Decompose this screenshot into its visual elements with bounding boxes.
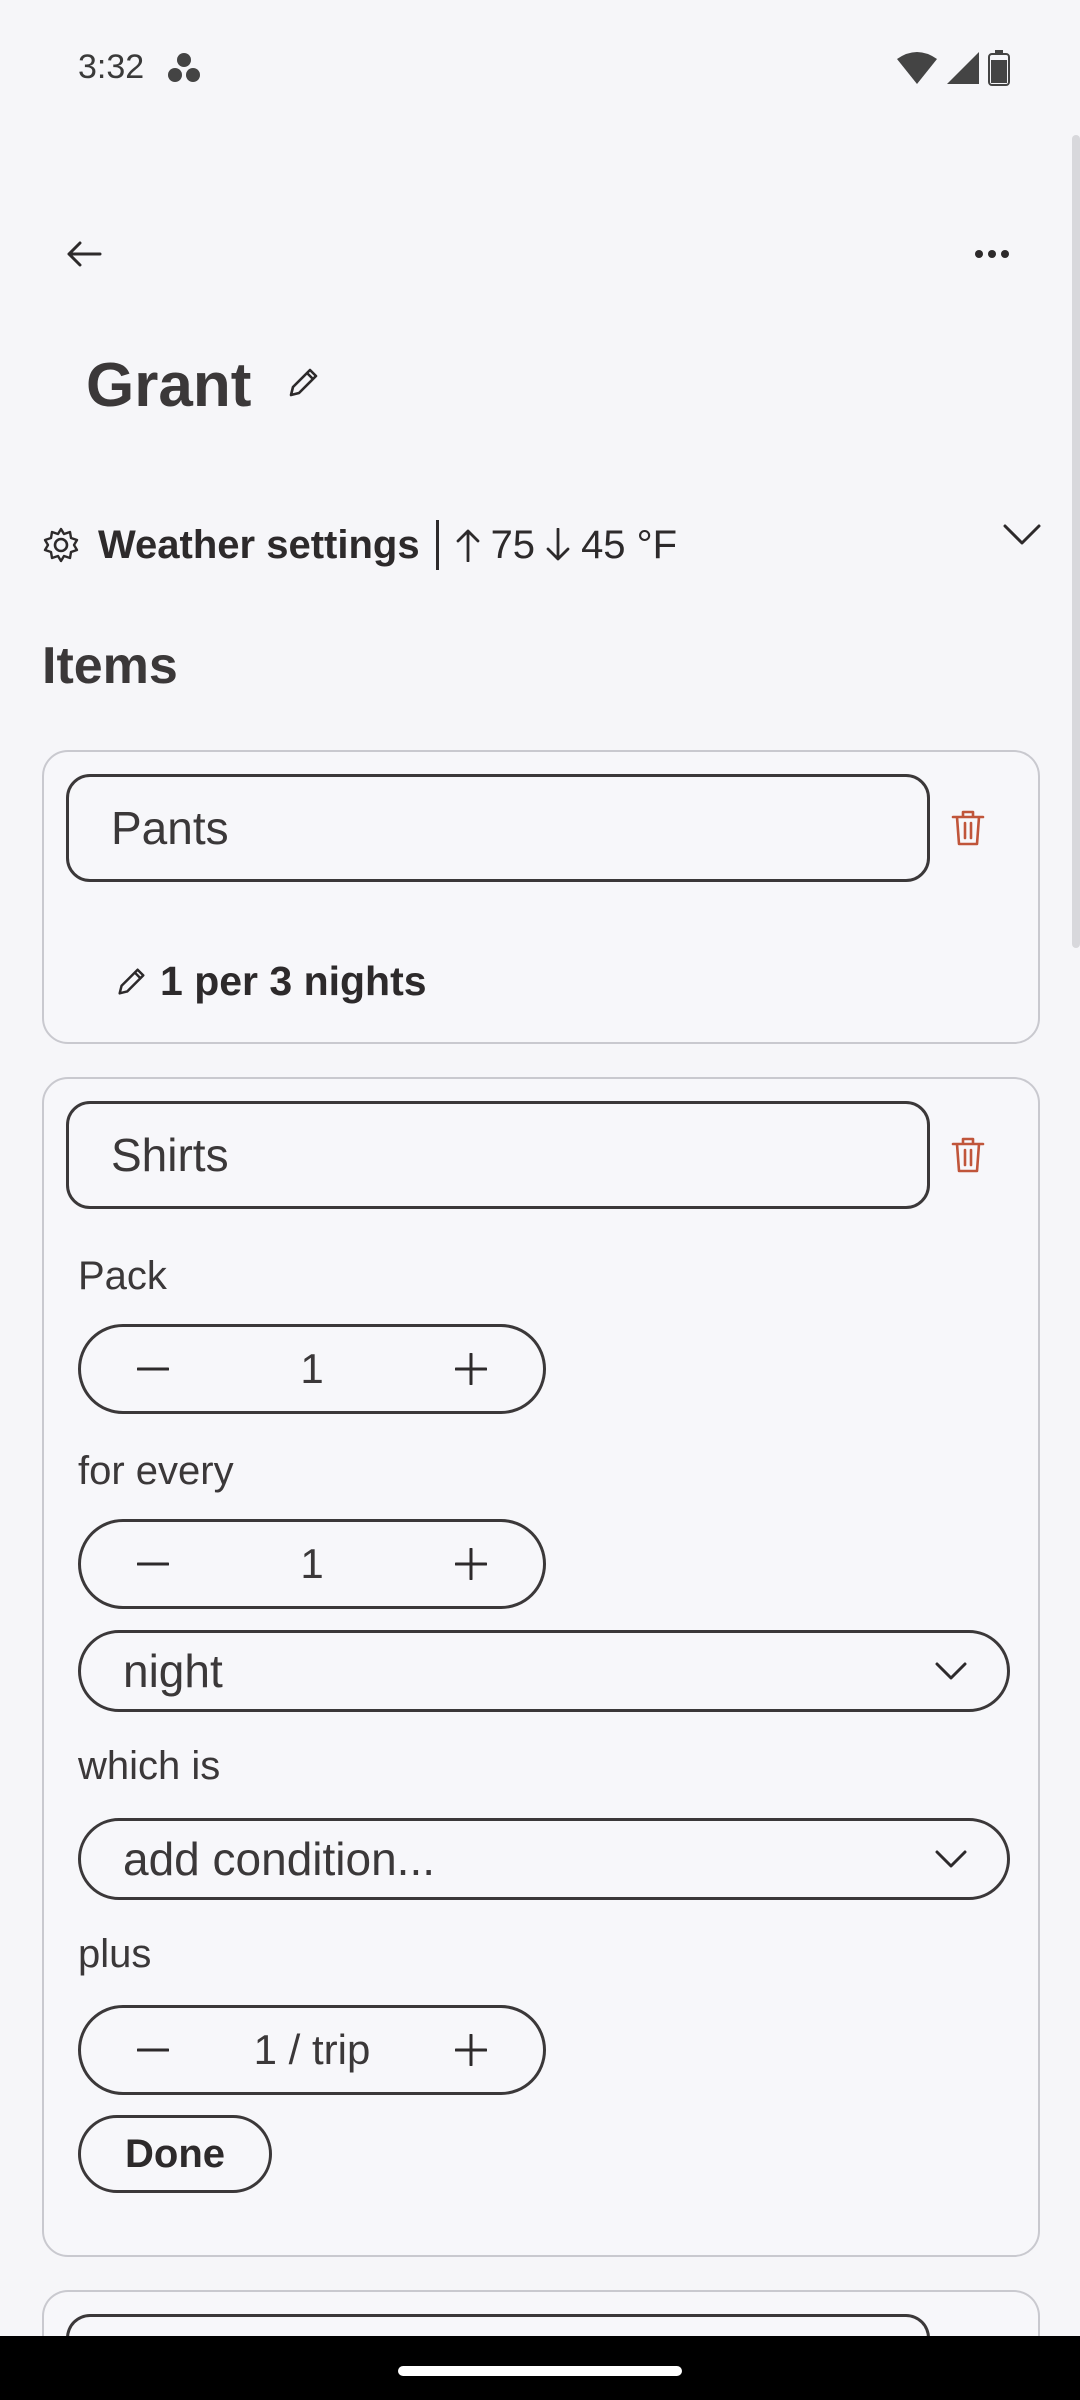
notification-icon [166,52,202,89]
item-name-input[interactable]: Shirts [66,1101,930,1209]
plus-label: plus [78,1932,152,1976]
delete-item-button[interactable] [940,800,996,856]
edit-title-button[interactable] [285,365,321,406]
pack-value: 1 [300,1345,324,1392]
divider [435,520,439,570]
plus-icon [454,1353,487,1385]
weather-settings-label: Weather settings [98,522,420,567]
rule-summary-text: 1 per 3 nights [160,958,427,1004]
gear-icon [43,527,79,563]
item-name-input[interactable]: Pants [66,774,930,882]
page-title: Grant [86,351,252,420]
condition-value: add condition... [123,1833,436,1885]
items-heading: Items [42,637,178,695]
condition-select[interactable]: add condition... [78,1818,1010,1900]
minus-icon [137,1367,169,1371]
high-temperature: 75 [490,522,536,567]
for-every-stepper: 1 [78,1519,546,1609]
pack-label: Pack [78,1254,167,1298]
more-horizontal-icon [975,250,1009,258]
navigation-bar [0,2336,1080,2400]
trash-icon [951,1137,985,1173]
weather-settings-toggle[interactable]: Weather settings 75 45 °F [42,510,1042,580]
status-time: 3:32 [78,48,145,86]
period-select[interactable]: night [78,1630,1010,1712]
increment-button[interactable] [449,1347,493,1391]
edit-rule-button[interactable]: 1 per 3 nights [114,958,427,1005]
decrement-button[interactable] [131,2028,175,2072]
per-trip-stepper: 1 / trip [78,2005,546,2095]
plus-icon [454,1548,487,1580]
plus-icon [455,2034,487,2066]
temperature-range: 75 45 °F [455,522,678,568]
status-bar: 3:32 [0,0,1080,135]
pencil-icon [290,368,318,397]
arrow-down-icon [546,528,570,561]
increment-button[interactable] [449,1542,493,1586]
decrement-button[interactable] [131,1347,175,1391]
minus-icon [137,2048,169,2052]
signal-icon [947,52,979,84]
home-gesture-handle[interactable] [398,2366,682,2376]
chevron-down-icon [935,1662,967,1680]
pack-stepper: 1 [78,1324,546,1414]
per-trip-value: 1 / trip [253,2026,371,2073]
wifi-icon [897,52,937,84]
chevron-down-icon [935,1850,967,1868]
chevron-down-icon [1002,522,1042,551]
decrement-button[interactable] [131,1542,175,1586]
minus-icon [137,1562,169,1566]
delete-item-button[interactable] [940,1127,996,1183]
done-button[interactable]: Done [78,2115,272,2193]
for-every-label: for every [78,1449,234,1493]
period-value: night [123,1645,223,1697]
back-button[interactable] [56,226,112,282]
trash-icon [951,810,985,846]
title-row: Grant [86,350,321,421]
battery-icon [988,50,1010,86]
low-temperature: 45 °F [581,522,678,567]
for-every-value: 1 [300,1540,324,1587]
arrow-up-icon [456,529,479,562]
more-options-button[interactable] [964,226,1020,282]
top-app-bar [0,210,1080,290]
item-card: Pants 1 per 3 nights [42,750,1040,1044]
status-icons [896,50,1010,86]
pencil-icon [118,967,145,995]
item-card: Shirts Pack 1 for every 1 night which is… [42,1077,1040,2257]
arrow-left-icon [67,241,102,267]
increment-button[interactable] [449,2028,493,2072]
which-is-label: which is [78,1744,221,1788]
